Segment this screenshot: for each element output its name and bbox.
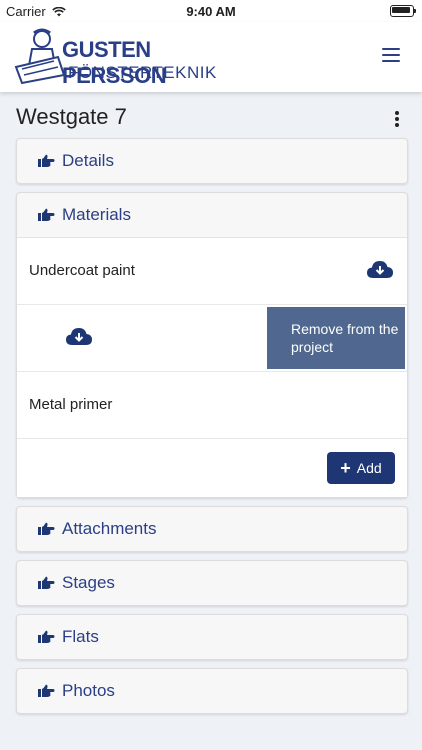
- section-title-attachments: Attachments: [62, 519, 157, 538]
- section-header-stages[interactable]: Stages: [17, 561, 407, 605]
- section-header-details[interactable]: Details: [17, 139, 407, 183]
- cloud-download-icon[interactable]: [367, 260, 393, 280]
- section-details[interactable]: Details: [16, 138, 408, 184]
- list-item[interactable]: Undercoat paint: [17, 238, 407, 305]
- hand-point-right-icon: [38, 154, 55, 167]
- hand-point-right-icon: [38, 208, 55, 221]
- list-item-swiped[interactable]: nt Remove from the project: [17, 305, 407, 372]
- more-vertical-icon[interactable]: [394, 111, 400, 129]
- hamburger-menu-icon[interactable]: [382, 48, 400, 62]
- section-attachments[interactable]: Attachments: [16, 506, 408, 552]
- remove-from-project-button[interactable]: Remove from the project: [267, 307, 405, 369]
- status-time: 9:40 AM: [186, 4, 236, 19]
- section-header-photos[interactable]: Photos: [17, 669, 407, 713]
- section-title-materials: Materials: [62, 205, 131, 224]
- section-materials: Materials Undercoat paint nt Remove from…: [16, 192, 408, 498]
- section-title-flats: Flats: [62, 627, 99, 646]
- app-header: GUSTEN PERSSON FÖNSTERTEKNIK: [0, 22, 422, 92]
- battery-icon: [390, 5, 416, 17]
- status-bar: Carrier 9:40 AM: [0, 0, 422, 22]
- page-title: Westgate 7: [16, 104, 127, 129]
- section-header-flats[interactable]: Flats: [17, 615, 407, 659]
- logo-subtitle: FÖNSTERTEKNIK: [68, 63, 217, 82]
- section-title-photos: Photos: [62, 681, 115, 700]
- hand-point-right-icon: [38, 522, 55, 535]
- material-name: Undercoat paint: [29, 262, 135, 279]
- materials-footer: + Add: [17, 439, 407, 497]
- cloud-download-icon[interactable]: [66, 327, 92, 347]
- section-header-attachments[interactable]: Attachments: [17, 507, 407, 551]
- hand-point-right-icon: [38, 630, 55, 643]
- plus-icon: +: [340, 458, 351, 478]
- section-stages[interactable]: Stages: [16, 560, 408, 606]
- list-item[interactable]: Metal primer: [17, 372, 407, 439]
- section-title-stages: Stages: [62, 573, 115, 592]
- material-name: Metal primer: [29, 396, 113, 413]
- section-header-materials[interactable]: Materials: [17, 193, 407, 237]
- section-flats[interactable]: Flats: [16, 614, 408, 660]
- swipe-content: nt: [17, 305, 282, 371]
- section-title-details: Details: [62, 151, 114, 170]
- brand-logo[interactable]: GUSTEN PERSSON FÖNSTERTEKNIK: [14, 27, 217, 88]
- hand-point-right-icon: [38, 576, 55, 589]
- add-button-label: Add: [356, 460, 382, 476]
- section-photos[interactable]: Photos: [16, 668, 408, 714]
- hand-point-right-icon: [38, 684, 55, 697]
- materials-list: Undercoat paint nt Remove from the proje…: [17, 237, 407, 497]
- add-material-button[interactable]: + Add: [327, 452, 395, 484]
